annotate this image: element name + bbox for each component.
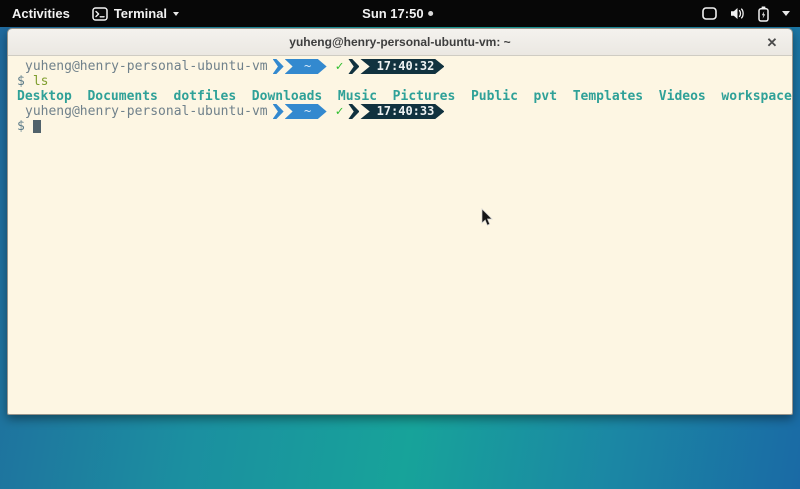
app-menu-label: Terminal [114, 6, 167, 21]
battery-charging-icon [758, 6, 769, 22]
powerline-segments: ~ ✓ 17:40:33 [273, 104, 445, 119]
powerline-chevron-icon [273, 104, 284, 119]
close-icon: ✕ [767, 35, 778, 51]
typed-command: ls [33, 74, 49, 89]
powerline-chevron-dark-icon [348, 59, 359, 74]
prompt-time-segment: 17:40:33 [360, 104, 444, 119]
prompt-time-segment: 17:40:32 [360, 59, 444, 74]
top-panel: Activities Terminal Sun 17:50 [0, 0, 800, 27]
prompt-username: yuheng@henry-personal-ubuntu-vm [25, 59, 268, 74]
activities-label: Activities [12, 6, 70, 21]
close-button[interactable]: ✕ [762, 29, 782, 56]
powerline-segments: ~ ✓ 17:40:32 [273, 59, 445, 74]
powerline-chevron-dark-icon [348, 104, 359, 119]
powerline-chevron-icon [273, 59, 284, 74]
terminal-window: yuheng@henry-personal-ubuntu-vm: ~ ✕ yuh… [7, 28, 793, 415]
shell-prompt-symbol: $ [17, 74, 25, 89]
window-titlebar[interactable]: yuheng@henry-personal-ubuntu-vm: ~ ✕ [8, 29, 792, 56]
volume-icon [730, 7, 745, 20]
screen-icon [702, 7, 717, 20]
terminal-content[interactable]: yuheng@henry-personal-ubuntu-vm ~ ✓ 17:4… [8, 56, 792, 415]
prompt-dir-segment: ~ [285, 59, 327, 74]
prompt-dir-segment: ~ [285, 104, 327, 119]
window-title: yuheng@henry-personal-ubuntu-vm: ~ [289, 35, 510, 49]
clock-label: Sun 17:50 [362, 6, 423, 21]
status-check-icon: ✓ [336, 104, 344, 119]
system-menu-chevron-icon [782, 11, 790, 16]
terminal-cursor [33, 120, 41, 133]
terminal-app-icon [92, 7, 108, 21]
system-status-area[interactable] [702, 0, 794, 27]
directory-listing: Desktop Documents dotfiles Downloads Mus… [8, 89, 792, 104]
notification-dot [429, 11, 434, 16]
clock-button[interactable]: Sun 17:50 [362, 0, 433, 27]
app-menu-terminal[interactable]: Terminal [82, 0, 189, 27]
prompt-line-1: yuheng@henry-personal-ubuntu-vm ~ ✓ 17:4… [8, 59, 792, 74]
chevron-down-icon [173, 12, 179, 16]
shell-prompt-symbol: $ [17, 119, 25, 134]
prompt-line-2: yuheng@henry-personal-ubuntu-vm ~ ✓ 17:4… [8, 104, 792, 119]
panel-left: Activities Terminal [0, 0, 189, 27]
prompt-username: yuheng@henry-personal-ubuntu-vm [25, 104, 268, 119]
command-line: $ ls [8, 74, 792, 89]
input-line: $ [8, 119, 792, 134]
status-check-icon: ✓ [336, 59, 344, 74]
activities-button[interactable]: Activities [0, 0, 82, 27]
